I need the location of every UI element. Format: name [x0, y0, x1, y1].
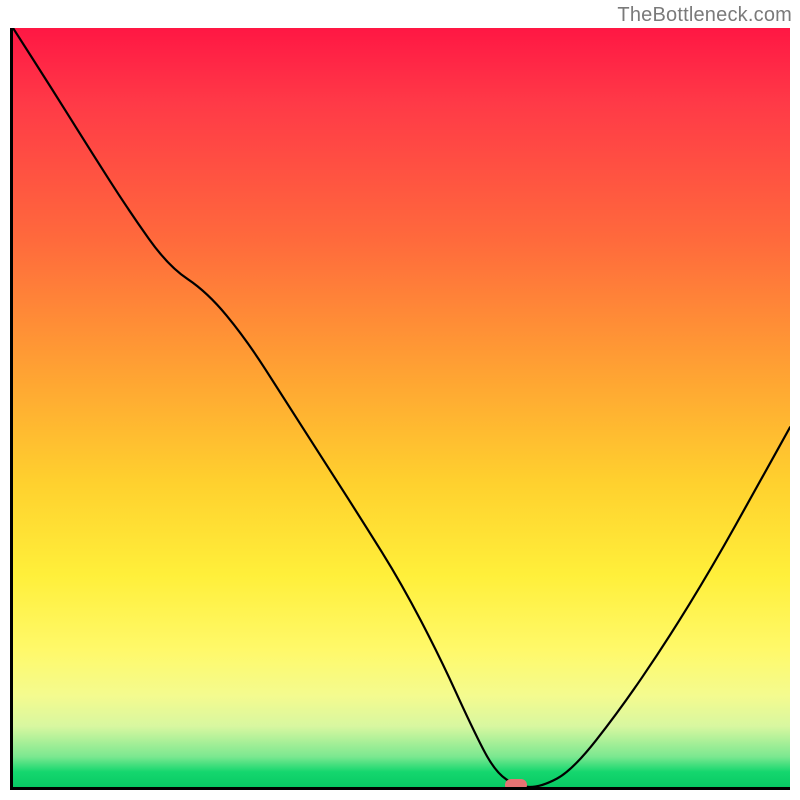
bottleneck-curve [13, 28, 790, 787]
watermark-text: TheBottleneck.com [617, 4, 792, 27]
plot-area [10, 28, 790, 790]
chart-frame: TheBottleneck.com [0, 0, 800, 800]
optimal-marker [505, 779, 527, 790]
